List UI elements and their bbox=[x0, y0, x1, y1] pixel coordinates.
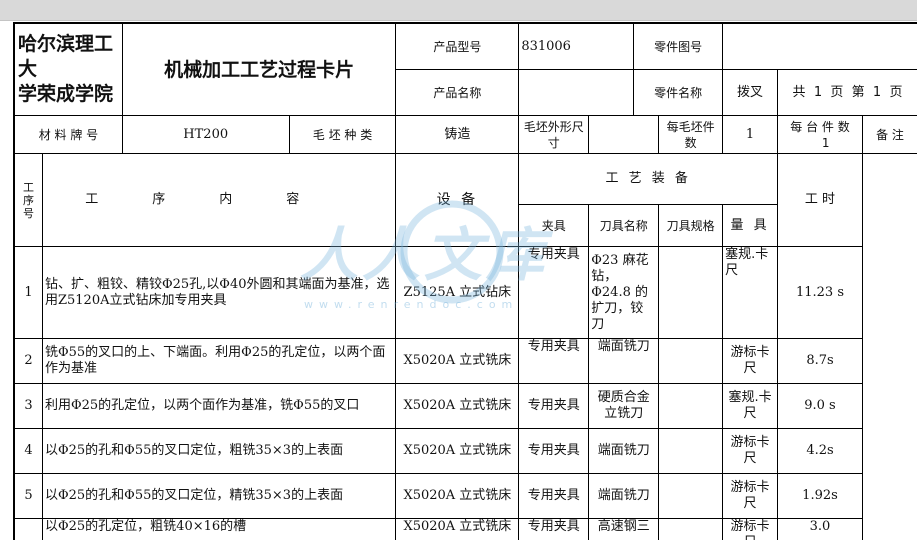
col-content-header: 工序内容 bbox=[42, 154, 395, 247]
blank-size-label: 毛坯外形尺寸 bbox=[519, 116, 589, 154]
col-gauge-header: 量 具 bbox=[723, 205, 778, 247]
product-model-label: 产品型号 bbox=[396, 24, 519, 70]
row-tool-spec bbox=[659, 429, 723, 474]
row-tool: Φ23 麻花钻，Φ24.8 的扩刀，铰刀 bbox=[589, 247, 659, 339]
row-content: 利用Φ25的孔定位，以两个面作为基准，铣Φ55的叉口 bbox=[42, 384, 395, 429]
row-tool: 端面铣刀 bbox=[589, 474, 659, 519]
process-card-sheet: 哈尔滨理工大 学荣成学院 机械加工工艺过程卡片 产品型号 831006 零件图号… bbox=[13, 22, 917, 540]
row-gauge: 游标卡尺 bbox=[723, 429, 778, 474]
table-row: 4 以Φ25的孔和Φ55的叉口定位，粗铣35×3的上表面 X5020A 立式铣床… bbox=[15, 429, 917, 474]
material-label: 材 料 牌 号 bbox=[15, 116, 123, 154]
page-info: 共 1 页 第 1 页 bbox=[778, 70, 917, 116]
per-unit-label: 每 台 件 数 1 bbox=[778, 116, 863, 154]
row-tool: 端面铣刀 bbox=[589, 339, 659, 384]
row-equipment: Z5125A 立式钻床 bbox=[396, 247, 519, 339]
col-fixture-header: 夹具 bbox=[519, 205, 589, 247]
row-tool-spec bbox=[659, 339, 723, 384]
col-tooling-header: 工 艺 装 备 bbox=[519, 154, 778, 205]
col-seq-header-text: 工序号 bbox=[22, 181, 34, 220]
remarks-label: 备 注 bbox=[862, 116, 917, 154]
row-content: 钻、扩、粗铰、精铰Φ25孔,以Φ40外圆和其端面为基准，选用Z5120A立式钻床… bbox=[42, 247, 395, 339]
row-fixture: 专用夹具 bbox=[519, 474, 589, 519]
row-gauge: 塞规.卡尺 bbox=[723, 384, 778, 429]
row-time: 8.7s bbox=[778, 339, 863, 384]
per-unit-value: 1 bbox=[822, 136, 830, 150]
part-name-value: 拨叉 bbox=[723, 70, 778, 116]
per-blank-label: 每毛坯件数 bbox=[659, 116, 723, 154]
blank-type-label: 毛 坯 种 类 bbox=[289, 116, 396, 154]
page-no-value: 1 bbox=[873, 85, 881, 100]
process-card-table: 哈尔滨理工大 学荣成学院 机械加工工艺过程卡片 产品型号 831006 零件图号… bbox=[14, 23, 917, 540]
col-tool-name-header: 刀具名称 bbox=[589, 205, 659, 247]
col-time-header: 工 时 bbox=[778, 154, 863, 247]
school-name: 哈尔滨理工大 学荣成学院 bbox=[15, 24, 123, 116]
row-fixture: 专用夹具 bbox=[519, 384, 589, 429]
school-name-line2: 学荣成学院 bbox=[18, 82, 120, 107]
row-tool: 高速钢三 bbox=[589, 519, 659, 540]
product-model-value: 831006 bbox=[519, 24, 634, 70]
row-gauge: 塞规.卡尺 bbox=[723, 247, 778, 339]
row-seq bbox=[15, 519, 43, 540]
row-gauge: 游标卡尺 bbox=[723, 474, 778, 519]
row-content: 以Φ25的孔定位，粗铣40×16的槽 bbox=[42, 519, 395, 540]
per-unit-label-text: 每 台 件 数 bbox=[790, 120, 849, 134]
row-time: 3.0 bbox=[778, 519, 863, 540]
total-pages-label: 共 bbox=[793, 85, 806, 100]
table-row: 5 以Φ25的孔和Φ55的叉口定位，精铣35×3的上表面 X5020A 立式铣床… bbox=[15, 474, 917, 519]
row-time: 9.0 s bbox=[778, 384, 863, 429]
row-gauge: 游标卡尺 bbox=[723, 519, 778, 540]
page-unit-1: 页 bbox=[830, 85, 843, 100]
part-drawing-value bbox=[723, 24, 917, 70]
row-time: 11.23 s bbox=[778, 247, 863, 339]
part-drawing-label: 零件图号 bbox=[634, 24, 723, 70]
blank-size-value bbox=[589, 116, 659, 154]
row-fixture: 专用夹具 bbox=[519, 519, 589, 540]
blank-type-value: 铸造 bbox=[396, 116, 519, 154]
row-seq: 4 bbox=[15, 429, 43, 474]
product-name-value bbox=[519, 70, 634, 116]
row-content: 以Φ25的孔和Φ55的叉口定位，精铣35×3的上表面 bbox=[42, 474, 395, 519]
row-fixture: 专用夹具 bbox=[519, 247, 589, 339]
product-name-label: 产品名称 bbox=[396, 70, 519, 116]
row-equipment: X5020A 立式铣床 bbox=[396, 519, 519, 540]
row-equipment: X5020A 立式铣床 bbox=[396, 384, 519, 429]
page-no-label: 第 bbox=[852, 85, 865, 100]
table-row: 1 钻、扩、粗铰、精铰Φ25孔,以Φ40外圆和其端面为基准，选用Z5120A立式… bbox=[15, 247, 917, 339]
window-top-bar bbox=[0, 0, 917, 21]
row-tool: 端面铣刀 bbox=[589, 429, 659, 474]
col-seq-header: 工序号 bbox=[15, 154, 43, 247]
col-equipment-header: 设 备 bbox=[396, 154, 519, 247]
row-time: 4.2s bbox=[778, 429, 863, 474]
row-tool-spec bbox=[659, 384, 723, 429]
row-content: 以Φ25的孔和Φ55的叉口定位，粗铣35×3的上表面 bbox=[42, 429, 395, 474]
row-seq: 3 bbox=[15, 384, 43, 429]
page-unit-2: 页 bbox=[889, 85, 902, 100]
row-tool-spec bbox=[659, 474, 723, 519]
table-row: 3 利用Φ25的孔定位，以两个面作为基准，铣Φ55的叉口 X5020A 立式铣床… bbox=[15, 384, 917, 429]
row-fixture: 专用夹具 bbox=[519, 429, 589, 474]
table-row: 以Φ25的孔定位，粗铣40×16的槽 X5020A 立式铣床 专用夹具 高速钢三… bbox=[15, 519, 917, 540]
row-tool: 硬质合金立铣刀 bbox=[589, 384, 659, 429]
table-row: 2 铣Φ55的叉口的上、下端面。利用Φ25的孔定位，以两个面作为基准 X5020… bbox=[15, 339, 917, 384]
row-seq: 2 bbox=[15, 339, 43, 384]
per-blank-value: 1 bbox=[723, 116, 778, 154]
school-name-line1: 哈尔滨理工大 bbox=[18, 32, 120, 82]
row-content: 铣Φ55的叉口的上、下端面。利用Φ25的孔定位，以两个面作为基准 bbox=[42, 339, 395, 384]
row-tool-spec bbox=[659, 519, 723, 540]
card-title: 机械加工工艺过程卡片 bbox=[122, 24, 396, 116]
row-seq: 5 bbox=[15, 474, 43, 519]
row-time: 1.92s bbox=[778, 474, 863, 519]
total-pages-value: 1 bbox=[814, 85, 822, 100]
row-equipment: X5020A 立式铣床 bbox=[396, 429, 519, 474]
row-equipment: X5020A 立式铣床 bbox=[396, 474, 519, 519]
row-seq: 1 bbox=[15, 247, 43, 339]
row-equipment: X5020A 立式铣床 bbox=[396, 339, 519, 384]
part-name-label: 零件名称 bbox=[634, 70, 723, 116]
col-tool-spec-header: 刀具规格 bbox=[659, 205, 723, 247]
material-value: HT200 bbox=[122, 116, 289, 154]
row-gauge: 游标卡尺 bbox=[723, 339, 778, 384]
row-tool-spec bbox=[659, 247, 723, 339]
row-fixture: 专用夹具 bbox=[519, 339, 589, 384]
